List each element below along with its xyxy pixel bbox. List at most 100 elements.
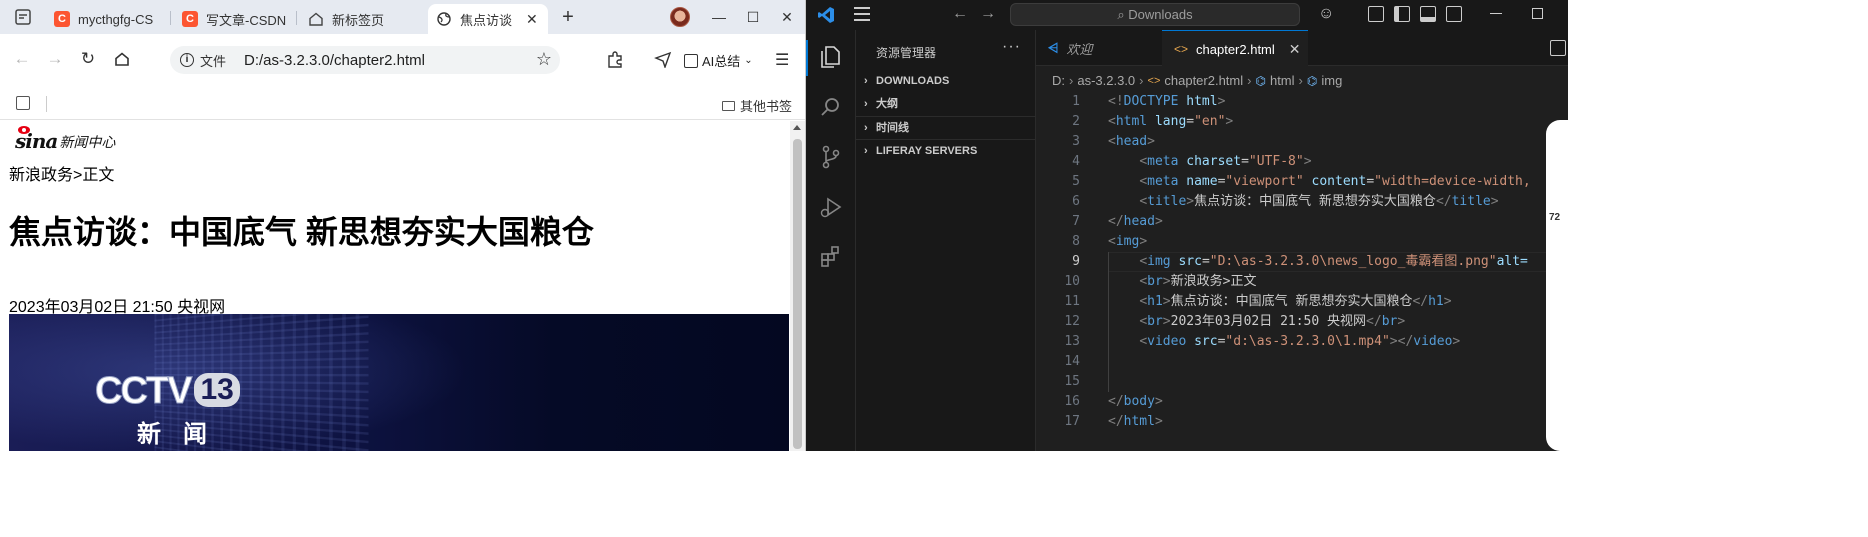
code-line[interactable]: 16 </body>	[1036, 392, 1568, 412]
other-bookmarks[interactable]: 其他书签	[721, 96, 792, 115]
back-icon[interactable]: ←	[952, 5, 968, 23]
menu-icon[interactable]: ☰	[775, 50, 789, 70]
code-line[interactable]: 3 <head>	[1036, 132, 1568, 152]
code-line[interactable]: 9 <img src="D:\as-3.2.3.0\news_logo_毒霸看图…	[1036, 252, 1568, 272]
code-token: <	[1139, 294, 1148, 309]
line-number: 4	[1072, 154, 1080, 169]
code-line[interactable]: 4 <meta charset="UTF-8">	[1036, 152, 1568, 172]
code-token: >	[1154, 214, 1163, 229]
code-line[interactable]: 13 <video src="d:\as-3.2.3.0\1.mp4"></vi…	[1036, 332, 1568, 352]
minimize-button[interactable]	[1490, 13, 1502, 14]
code-token: body	[1123, 394, 1155, 409]
cctv-logo: CCTV 13 新闻	[94, 370, 240, 448]
toggle-panel-icon[interactable]	[1420, 6, 1436, 22]
code-line[interactable]: 7 </head>	[1036, 212, 1568, 232]
breadcrumb-item[interactable]: img	[1321, 73, 1342, 88]
element-icon: ⌬	[1306, 73, 1318, 88]
code-line[interactable]: 14	[1036, 352, 1568, 372]
section-downloads[interactable]: › DOWNLOADS	[856, 70, 1035, 92]
address-bar[interactable]: i 文件 D:/as-3.2.3.0/chapter2.html ☆	[170, 46, 560, 74]
breadcrumb-item[interactable]: D:	[1052, 73, 1065, 88]
ai-summary-button[interactable]: AI总结 ⌄	[684, 51, 753, 70]
code-editor[interactable]: 1 <!DOCTYPE html> 2 <html lang="en"> 3 <head>…	[1036, 92, 1568, 432]
section-liferay-servers[interactable]: › LIFERAY SERVERS	[856, 139, 1035, 161]
code-line[interactable]: 2 <html lang="en">	[1036, 112, 1568, 132]
new-tab-button[interactable]: +	[558, 6, 578, 28]
code-line[interactable]: 10 <br>新浪政务>正文	[1036, 272, 1568, 292]
code-token: "UTF-8"	[1248, 154, 1304, 169]
logo-subtitle: 新闻中心	[59, 134, 116, 150]
run-debug-icon[interactable]	[818, 194, 844, 220]
more-actions-icon[interactable]: ···	[1002, 38, 1021, 56]
source-control-icon[interactable]	[818, 144, 844, 170]
explorer-icon[interactable]	[818, 44, 844, 70]
menu-icon[interactable]	[854, 7, 870, 21]
code-token: >	[1452, 334, 1461, 349]
maximize-button[interactable]	[1532, 8, 1543, 19]
scroll-up-icon[interactable]	[793, 125, 801, 130]
line-source: <head>	[1108, 132, 1155, 152]
browser-tab-1[interactable]: C 写文章-CSDN	[174, 4, 296, 34]
browser-tab-2[interactable]: 新标签页	[300, 4, 422, 34]
toggle-sidebar-icon[interactable]	[1394, 6, 1410, 22]
url-text[interactable]: D:/as-3.2.3.0/chapter2.html	[244, 52, 425, 69]
extensions-icon[interactable]	[818, 244, 844, 270]
page-scrollbar[interactable]	[790, 121, 805, 451]
copilot-icon[interactable]: ☺	[1318, 5, 1334, 23]
close-window-button[interactable]: ✕	[778, 7, 796, 27]
indent-guide	[1108, 372, 1109, 392]
chevron-down-icon: ⌄	[744, 55, 753, 66]
code-line[interactable]: 5 <meta name="viewport" content="width=d…	[1036, 172, 1568, 192]
split-editor-icon[interactable]	[1550, 40, 1566, 56]
send-icon[interactable]	[654, 50, 672, 68]
scroll-thumb[interactable]	[793, 139, 802, 449]
code-token: h1	[1428, 294, 1444, 309]
search-icon[interactable]	[818, 94, 844, 120]
extensions-icon[interactable]	[606, 50, 624, 68]
reload-icon[interactable]: ↻	[78, 49, 98, 69]
close-icon[interactable]: ✕	[526, 11, 538, 28]
code-token: </	[1108, 414, 1124, 429]
breadcrumb-item[interactable]: as-3.2.3.0	[1077, 73, 1135, 88]
star-icon[interactable]: ☆	[536, 49, 552, 70]
tab-chapter2[interactable]: <> chapter2.html ✕	[1162, 30, 1308, 67]
video-player[interactable]: CCTV 13 新闻	[9, 314, 789, 451]
page-breadcrumb: 新浪政务>正文	[9, 167, 115, 184]
info-icon[interactable]: i	[180, 53, 194, 67]
tab-label: 新标签页	[332, 12, 385, 28]
code-line[interactable]: 15	[1036, 372, 1568, 392]
code-line[interactable]: 11 <h1>焦点访谈：中国底气 新思想夯实大国粮仓</h1>	[1036, 292, 1568, 312]
channel-name: 新闻	[137, 421, 229, 448]
breadcrumb-item[interactable]: chapter2.html	[1164, 73, 1243, 88]
avatar[interactable]	[670, 7, 690, 27]
browser-tab-0[interactable]: C mycthgfg-CS	[46, 4, 168, 34]
minimize-button[interactable]: —	[710, 7, 728, 27]
browser-tab-active[interactable]: 焦点访谈 ✕	[428, 4, 548, 34]
breadcrumb-item[interactable]: html	[1270, 73, 1295, 88]
code-line[interactable]: 6 <title>焦点访谈：中国底气 新思想夯实大国粮仓</title>	[1036, 192, 1568, 212]
line-number: 8	[1072, 234, 1080, 249]
code-line[interactable]: 1 <!DOCTYPE html>	[1036, 92, 1568, 112]
floating-side-panel[interactable]: 72	[1546, 120, 1568, 451]
code-line[interactable]: 17 </html>	[1036, 412, 1568, 432]
code-line[interactable]: 12 <br>2023年03月02日 21:50 央视网</br>	[1036, 312, 1568, 332]
breadcrumb-separator: ›	[1247, 73, 1252, 88]
toggle-secondary-sidebar-icon[interactable]	[1446, 6, 1462, 22]
customize-layout-icon[interactable]	[1368, 6, 1384, 22]
section-timeline[interactable]: › 时间线	[856, 116, 1035, 138]
close-icon[interactable]: ✕	[1289, 41, 1301, 58]
forward-icon[interactable]: →	[45, 49, 65, 69]
home-icon[interactable]	[112, 49, 132, 69]
tab-welcome[interactable]: ⩤ 欢迎	[1036, 30, 1162, 66]
tab-actions-icon[interactable]	[14, 8, 32, 26]
forward-icon[interactable]: →	[980, 5, 996, 23]
code-token: >	[1397, 314, 1406, 329]
section-outline[interactable]: › 大纲	[856, 93, 1035, 115]
tab-group-icon[interactable]	[16, 96, 30, 110]
sina-logo: sina 新闻中心	[15, 126, 116, 153]
maximize-button[interactable]: ☐	[744, 7, 762, 27]
command-center[interactable]: ⌕ Downloads	[1010, 3, 1300, 26]
back-icon[interactable]: ←	[12, 49, 32, 69]
line-number: 7	[1072, 214, 1080, 229]
code-line[interactable]: 8 <img>	[1036, 232, 1568, 252]
